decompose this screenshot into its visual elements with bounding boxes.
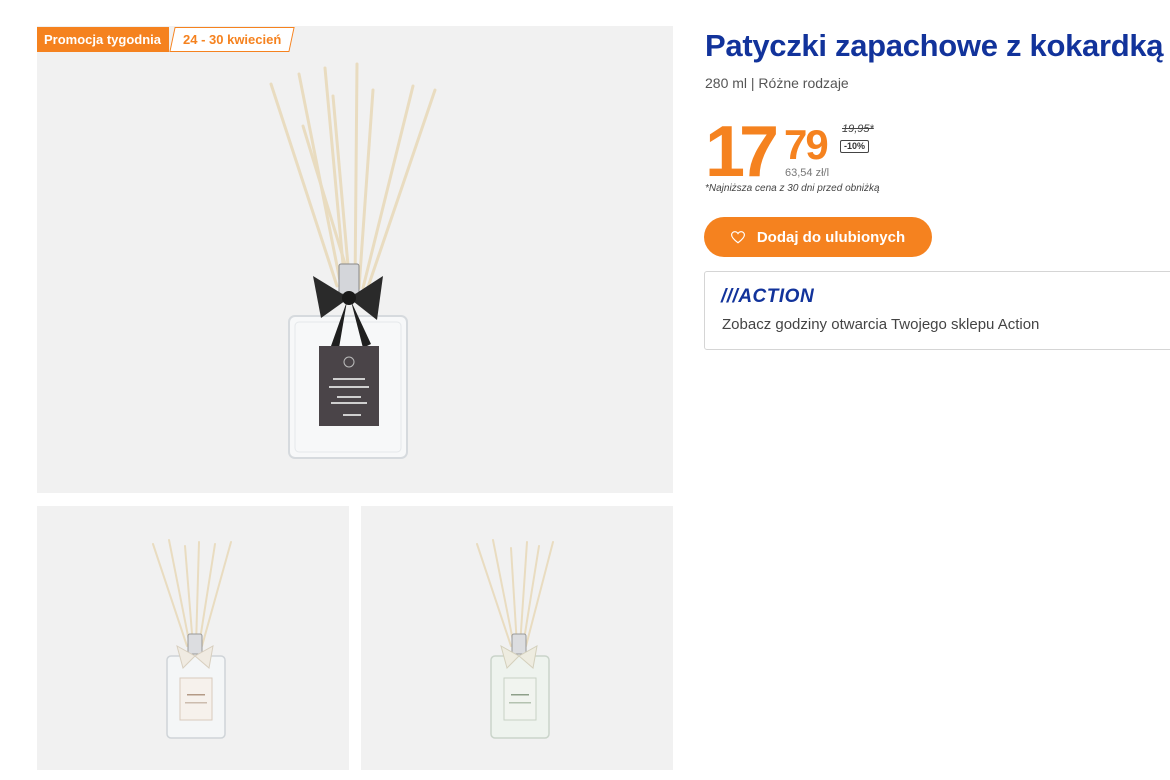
product-title: Patyczki zapachowe z kokardką	[705, 28, 1164, 63]
diffuser-green-bow-image	[476, 539, 554, 739]
thumbnail-green-variant[interactable]	[361, 506, 673, 770]
promo-dates: 24 - 30 kwiecień	[169, 27, 295, 52]
diffuser-black-bow-image	[269, 62, 437, 459]
add-to-favorites-button[interactable]: Dodaj do ulubionych	[704, 217, 932, 257]
unit-price: 63,54 zł/l	[785, 167, 830, 179]
store-hours-link[interactable]: Zobacz godziny otwarcia Twojego sklepu A…	[722, 316, 1039, 333]
promo-badge: Promocja tygodnia 24 - 30 kwiecień	[37, 27, 295, 52]
heart-outline-icon	[730, 230, 745, 243]
old-price: 19,95*	[842, 123, 874, 135]
add-to-favorites-label: Dodaj do ulubionych	[756, 228, 906, 246]
diffuser-white-bow-image	[152, 539, 232, 739]
store-hours-box[interactable]: ///ACTION Zobacz godziny otwarcia Twojeg…	[704, 271, 1170, 350]
price-block: 17 79 19,95* -10% 63,54 zł/l *Najniższa …	[705, 112, 1025, 198]
thumbnail-white-variant[interactable]	[37, 506, 349, 770]
promo-label: Promocja tygodnia	[37, 27, 170, 52]
main-product-image[interactable]	[37, 26, 673, 493]
discount-badge: -10%	[840, 140, 870, 153]
product-subtitle: 280 ml | Różne rodzaje	[705, 75, 849, 91]
lowest-price-note: *Najniższa cena z 30 dni przed obniżką	[705, 183, 880, 194]
price-decimal: 79	[784, 121, 829, 168]
price-integer: 17	[705, 112, 779, 192]
action-logo: ///ACTION	[721, 286, 815, 307]
promo-dates-text: 24 - 30 kwiecień	[183, 32, 282, 47]
